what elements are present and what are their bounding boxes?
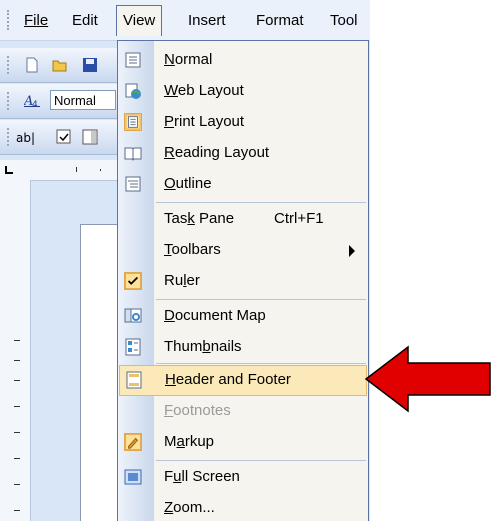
menu-view[interactable]: View xyxy=(116,5,163,36)
checkmark-icon xyxy=(124,272,142,290)
styles-icon[interactable]: A4 xyxy=(24,92,40,108)
ruler-tick xyxy=(14,360,20,361)
menu-separator xyxy=(156,363,366,364)
menu-item-ruler[interactable]: Ruler xyxy=(118,266,368,297)
print-layout-icon xyxy=(124,113,142,131)
ruler-tick xyxy=(14,432,20,433)
menu-item-zoom[interactable]: Zoom... xyxy=(118,493,368,524)
menu-item-label: Reading Layout xyxy=(164,144,270,161)
menu-item-footnotes: Footnotes xyxy=(118,396,368,427)
outline-icon xyxy=(125,176,141,192)
full-screen-icon xyxy=(124,469,142,485)
menu-item-label: Outline xyxy=(164,175,212,192)
open-folder-icon[interactable] xyxy=(52,57,68,73)
menu-tools[interactable]: Tool xyxy=(330,12,358,29)
view-menu-dropdown: Normal Web Layout Print Layout Reading L… xyxy=(117,40,369,521)
menu-item-label: Document Map xyxy=(164,307,266,324)
ruler-tick xyxy=(14,406,20,407)
forms-grip xyxy=(7,128,11,146)
menu-item-label: Toolbars xyxy=(164,241,221,258)
red-arrow-annotation xyxy=(364,345,491,413)
menu-insert[interactable]: Insert xyxy=(188,12,226,29)
save-icon[interactable] xyxy=(82,57,98,73)
menubar-grip xyxy=(7,10,11,30)
menu-item-thumbnails[interactable]: Thumbnails xyxy=(118,332,368,363)
menu-item-label: Zoom... xyxy=(164,499,215,516)
menu-item-label: Print Layout xyxy=(164,113,245,130)
menu-separator xyxy=(156,299,366,300)
ruler-tick xyxy=(14,510,20,511)
menu-item-label: Thumbnails xyxy=(164,338,242,355)
ruler-tick xyxy=(14,380,20,381)
vertical-ruler[interactable] xyxy=(0,180,31,521)
menu-file[interactable]: File xyxy=(24,12,48,29)
menu-item-markup[interactable]: Markup xyxy=(118,427,368,458)
menu-item-label: Normal xyxy=(164,51,213,68)
ruler-tick xyxy=(14,340,20,341)
menu-separator xyxy=(156,460,366,461)
menu-item-label: Footnotes xyxy=(164,402,231,419)
menu-item-web-layout[interactable]: Web Layout xyxy=(118,76,368,107)
menu-item-task-pane[interactable]: Task Pane Ctrl+F1 xyxy=(118,204,368,235)
ruler-tick xyxy=(76,167,77,172)
style-combobox[interactable]: Normal xyxy=(50,90,116,110)
svg-text:ab|: ab| xyxy=(16,131,35,145)
tab-stop-icon[interactable] xyxy=(4,165,14,175)
horizontal-ruler[interactable] xyxy=(0,160,118,181)
formatting-grip xyxy=(7,92,11,110)
document-map-icon xyxy=(124,308,142,323)
checkbox-icon[interactable] xyxy=(56,129,72,145)
thumbnails-icon xyxy=(125,338,141,356)
arrow-shape xyxy=(364,345,491,413)
menu-item-label: Task Pane xyxy=(164,210,235,227)
markup-icon xyxy=(124,433,142,451)
ruler-tick xyxy=(14,458,20,459)
menu-item-outline[interactable]: Outline xyxy=(118,169,368,200)
menu-edit[interactable]: Edit xyxy=(72,12,98,29)
menu-format[interactable]: Format xyxy=(256,12,304,29)
standard-toolbar xyxy=(0,48,118,83)
menu-item-label: Ruler xyxy=(164,272,200,289)
menu-file-label: File xyxy=(24,12,49,29)
menu-item-normal[interactable]: Normal xyxy=(118,45,368,76)
text-field-icon[interactable]: ab| xyxy=(16,129,38,145)
ruler-tick xyxy=(14,484,20,485)
web-layout-icon xyxy=(125,83,141,99)
ruler-tick xyxy=(100,169,101,171)
menu-item-document-map[interactable]: Document Map xyxy=(118,301,368,332)
menu-item-label: Markup xyxy=(164,433,215,450)
header-footer-icon xyxy=(126,371,142,389)
dropdown-field-icon[interactable] xyxy=(82,129,98,145)
menu-item-label: Full Screen xyxy=(164,468,240,485)
submenu-arrow-icon xyxy=(349,245,355,257)
normal-view-icon xyxy=(125,52,141,68)
menu-item-toolbars[interactable]: Toolbars xyxy=(118,235,368,266)
menu-item-print-layout[interactable]: Print Layout xyxy=(118,107,368,138)
menu-item-label: Header and Footer xyxy=(165,371,291,388)
menu-separator xyxy=(156,202,366,203)
document-page[interactable] xyxy=(80,224,121,521)
toolbar-grip xyxy=(7,56,11,74)
forms-toolbar: ab| xyxy=(0,120,118,155)
menu-item-reading-layout[interactable]: Reading Layout xyxy=(118,138,368,169)
menu-item-full-screen[interactable]: Full Screen xyxy=(118,462,368,493)
reading-layout-icon xyxy=(124,147,142,161)
new-document-icon[interactable] xyxy=(24,57,40,73)
menu-bar: File Edit View Insert Format Tool xyxy=(0,0,370,41)
menu-item-header-and-footer[interactable]: Header and Footer xyxy=(119,365,367,396)
menu-item-shortcut: Ctrl+F1 xyxy=(274,210,324,227)
menu-item-label: Web Layout xyxy=(164,82,244,99)
